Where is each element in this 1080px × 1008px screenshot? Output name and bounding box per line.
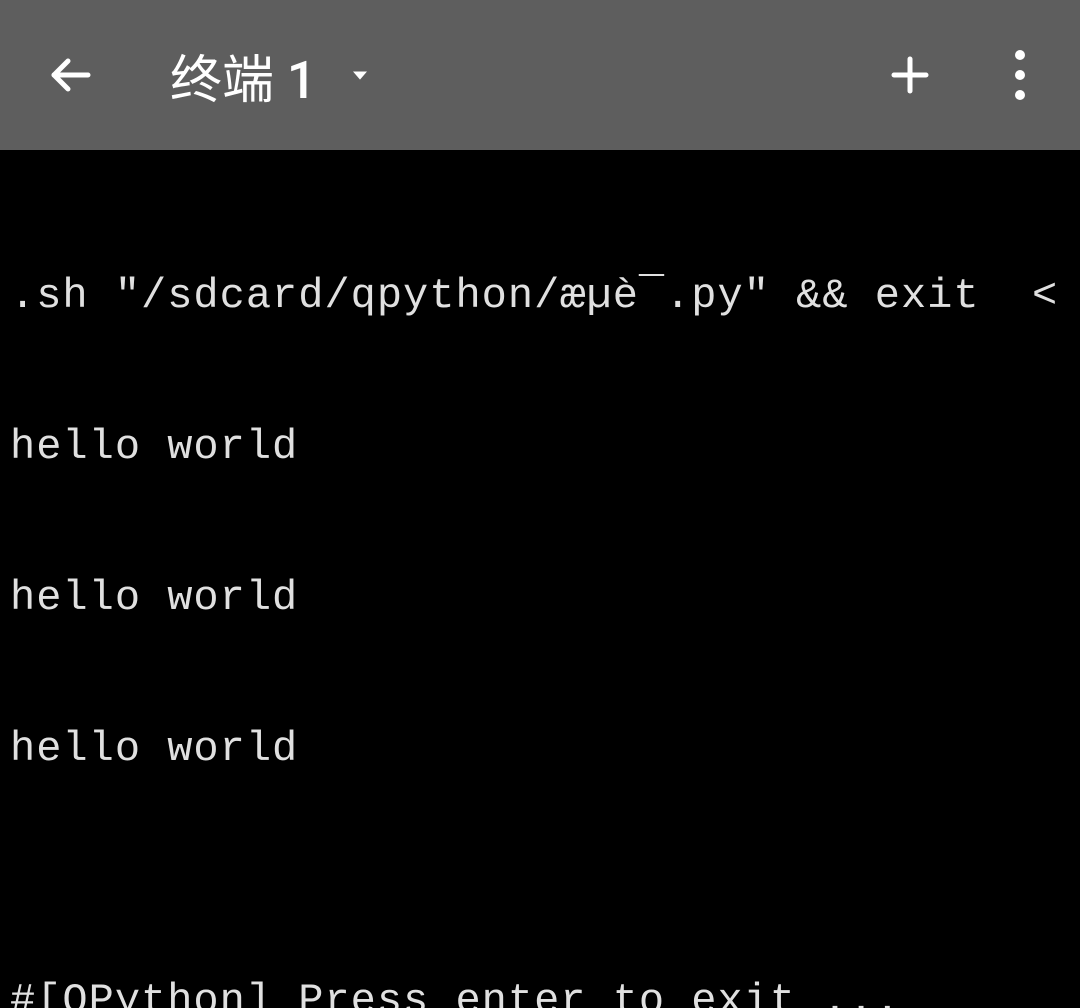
menu-dot-icon — [1015, 50, 1025, 60]
terminal-line: hello world — [10, 724, 1070, 774]
menu-dot-icon — [1015, 70, 1025, 80]
menu-dot-icon — [1015, 90, 1025, 100]
terminal-line: .sh "/sdcard/qpython/æµè¯.py" && exit < … — [10, 271, 1070, 321]
plus-icon — [886, 51, 934, 99]
terminal-output[interactable]: .sh "/sdcard/qpython/æµè¯.py" && exit < … — [0, 150, 1080, 1008]
chevron-down-icon — [346, 61, 374, 89]
terminal-line: hello world — [10, 573, 1070, 623]
title-dropdown[interactable]: 终端 1 — [170, 38, 374, 113]
overflow-menu-button[interactable] — [1000, 45, 1040, 105]
page-title: 终端 1 — [170, 38, 316, 113]
terminal-line: #[QPython] Press enter to exit ... — [10, 976, 1070, 1008]
arrow-left-icon — [46, 51, 94, 99]
toolbar: 终端 1 — [0, 0, 1080, 150]
add-button[interactable] — [880, 45, 940, 105]
terminal-line: hello world — [10, 422, 1070, 472]
back-button[interactable] — [40, 45, 100, 105]
